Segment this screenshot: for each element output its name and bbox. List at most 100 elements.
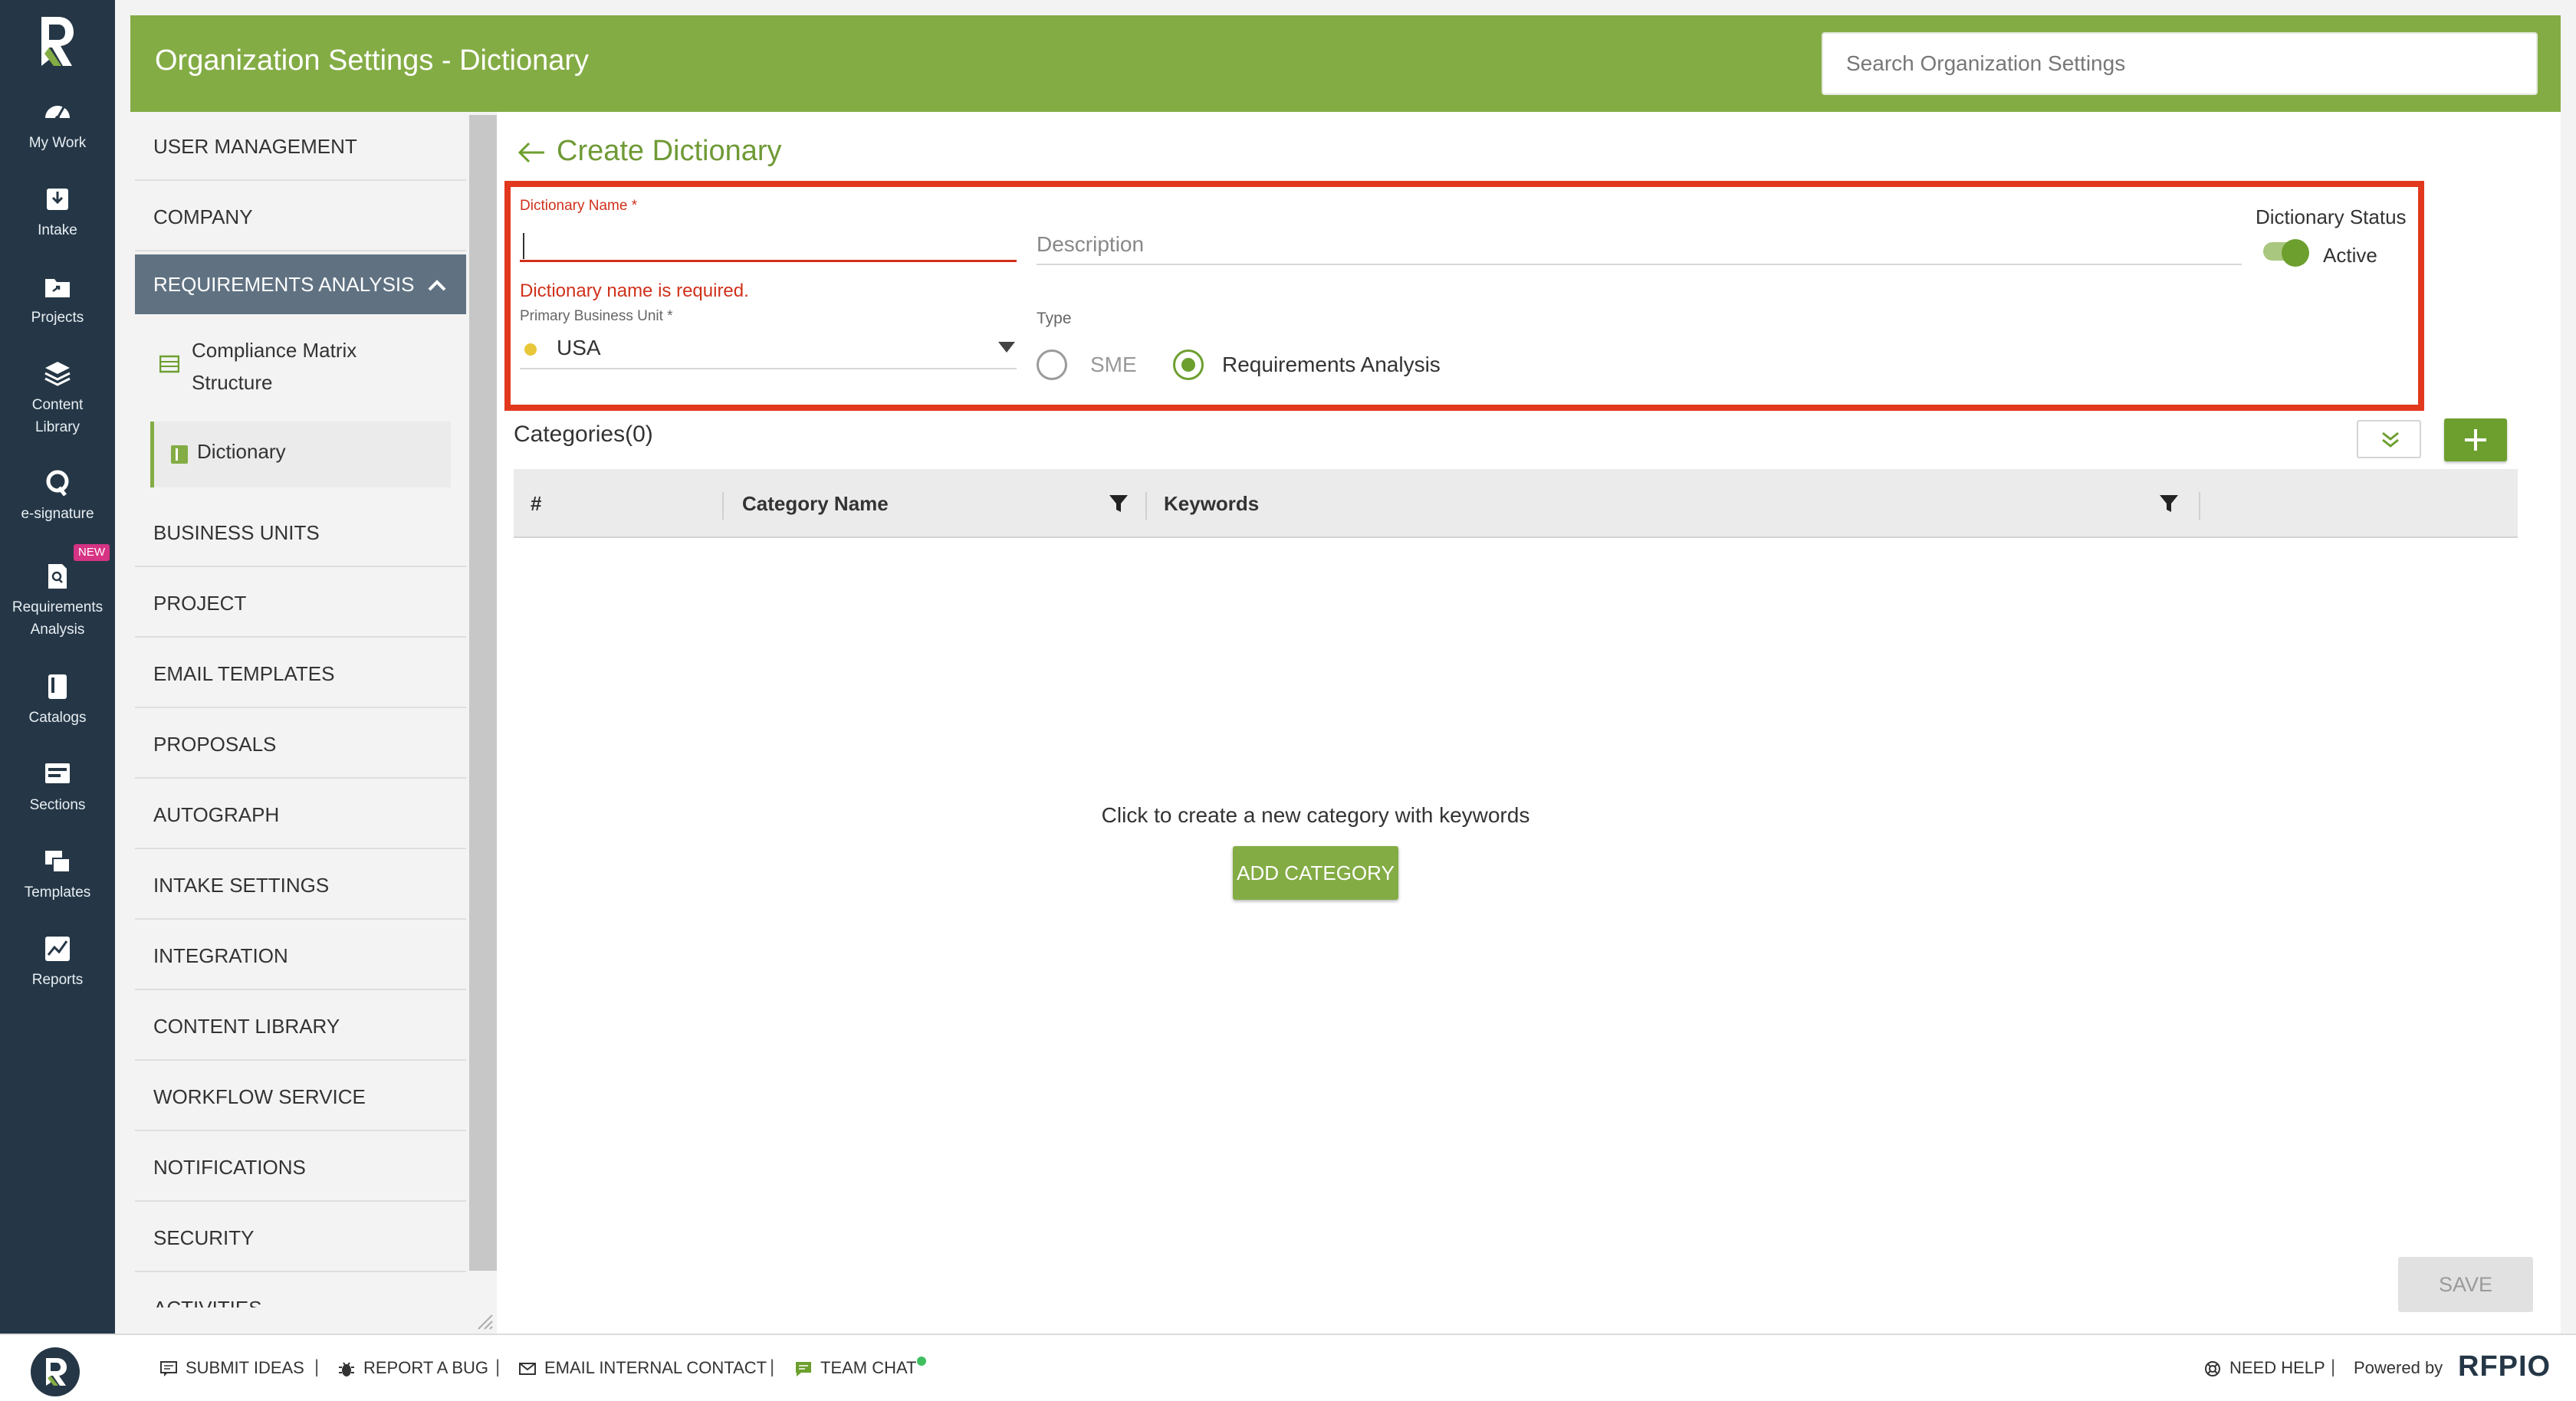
filter-icon[interactable]: [2159, 494, 2179, 513]
nav-intake[interactable]: Intake: [0, 184, 115, 241]
nav-my-work[interactable]: My Work: [0, 97, 115, 154]
menu-item-label: REQUIREMENTS ANALYSIS: [153, 273, 415, 296]
column-header-keywords[interactable]: Keywords: [1164, 469, 1259, 538]
back-link[interactable]: Create Dictionary: [517, 135, 782, 168]
chat-bubble-icon: [160, 1361, 177, 1377]
menu-item-security[interactable]: SECURITY: [135, 1203, 466, 1272]
business-unit-value: USA: [557, 336, 601, 359]
menu-item-proposals[interactable]: PROPOSALS: [135, 710, 466, 779]
empty-state-text: Click to create a new category with keyw…: [1101, 803, 1530, 827]
filter-icon[interactable]: [1109, 494, 1129, 513]
type-option-label: SME: [1090, 353, 1137, 376]
business-unit-select[interactable]: USA: [520, 331, 1017, 369]
nav-label: Templates: [24, 884, 91, 901]
footer-separator: |: [495, 1357, 501, 1377]
footer-link-label: NEED HELP: [2229, 1358, 2325, 1377]
menu-item-integration[interactable]: INTEGRATION: [135, 921, 466, 990]
dictionary-name-field[interactable]: [520, 225, 1017, 262]
chart-icon: [42, 933, 73, 964]
templates-icon: [42, 846, 73, 877]
menu-item-content-library[interactable]: CONTENT LIBRARY: [135, 992, 466, 1061]
download-tray-icon: [42, 184, 73, 215]
nav-label: Content: [31, 397, 84, 413]
nav-sections[interactable]: Sections: [0, 759, 115, 816]
menu-item-requirements-analysis[interactable]: REQUIREMENTS ANALYSIS: [135, 254, 466, 314]
submit-ideas-link[interactable]: SUBMIT IDEAS: [159, 1358, 304, 1378]
brand-logo: RFPIO: [2458, 1350, 2551, 1383]
nav-templates[interactable]: Templates: [0, 846, 115, 904]
status-toggle-knob[interactable]: [2282, 239, 2309, 267]
footer-logo-icon[interactable]: [29, 1346, 81, 1398]
dictionary-form: Dictionary Name * Dictionary name is req…: [504, 181, 2424, 411]
menu-item-autograph[interactable]: AUTOGRAPH: [135, 780, 466, 849]
nav-content-library[interactable]: Content Library: [0, 359, 115, 438]
business-unit-label: Primary Business Unit *: [520, 308, 673, 324]
menu-item-intake-settings[interactable]: INTAKE SETTINGS: [135, 851, 466, 920]
footer-link-label: SUBMIT IDEAS: [186, 1358, 304, 1377]
nav-label: Analysis: [30, 622, 85, 638]
search-input[interactable]: [1822, 32, 2538, 95]
menu-scrollbar[interactable]: [469, 115, 497, 1271]
nav-requirements-analysis[interactable]: NEW Requirements Analysis: [0, 544, 115, 641]
sections-icon: [42, 759, 73, 789]
footer-link-label: REPORT A BUG: [363, 1358, 489, 1377]
type-option-label: Requirements Analysis: [1222, 353, 1441, 376]
column-separator: [722, 492, 724, 520]
sub-item-label: Compliance Matrix: [192, 339, 357, 362]
categories-title: Categories(0): [514, 422, 653, 447]
nav-label: My Work: [28, 135, 87, 151]
description-field[interactable]: [1037, 225, 2242, 265]
type-label: Type: [1037, 310, 1072, 327]
chevron-up-icon[interactable]: [426, 274, 448, 296]
page-title: Organization Settings - Dictionary: [155, 44, 590, 77]
resize-grip-icon[interactable]: [474, 1311, 494, 1330]
arrow-left-icon: [518, 142, 544, 163]
table-icon: [159, 355, 179, 373]
nav-reports[interactable]: Reports: [0, 933, 115, 991]
sub-item-compliance-matrix[interactable]: Compliance Matrix Structure: [150, 334, 451, 395]
menu-item-email-templates[interactable]: EMAIL TEMPLATES: [135, 639, 466, 708]
menu-item-business-units[interactable]: BUSINESS UNITS: [135, 498, 466, 567]
nav-catalogs[interactable]: Catalogs: [0, 671, 115, 729]
menu-item-notifications[interactable]: NOTIFICATIONS: [135, 1133, 466, 1202]
column-header-number: #: [531, 492, 542, 515]
type-radio-sme[interactable]: [1037, 349, 1067, 380]
menu-item-workflow-service[interactable]: WORKFLOW SERVICE: [135, 1062, 466, 1131]
menu-item-activities[interactable]: ACTIVITIES: [135, 1274, 466, 1307]
add-category-button[interactable]: ADD CATEGORY: [1233, 846, 1398, 900]
column-header-category-name[interactable]: Category Name: [742, 469, 889, 538]
email-internal-contact-link[interactable]: EMAIL INTERNAL CONTACT: [518, 1358, 767, 1378]
team-chat-icon: [796, 1362, 811, 1377]
text-caret: [523, 233, 524, 259]
app-root: My Work Intake Projects Content Library …: [0, 0, 2576, 1401]
save-button[interactable]: SAVE: [2398, 1257, 2533, 1312]
dictionary-status-label: Dictionary Status: [2256, 205, 2407, 228]
menu-item-user-management[interactable]: USER MANAGEMENT: [135, 112, 466, 181]
book-icon: [42, 671, 73, 702]
sub-item-dictionary[interactable]: Dictionary: [150, 422, 451, 487]
menu-item-company[interactable]: COMPANY: [135, 182, 466, 251]
caret-down-icon[interactable]: [998, 342, 1015, 353]
nav-label: Sections: [29, 797, 86, 813]
nav-projects[interactable]: Projects: [0, 271, 115, 329]
type-radio-requirements-analysis[interactable]: [1173, 349, 1204, 380]
layers-icon: [42, 359, 73, 389]
sub-item-label: Structure: [192, 371, 273, 394]
mail-icon: [519, 1363, 536, 1376]
nav-label: Catalogs: [28, 710, 87, 726]
menu-item-project[interactable]: PROJECT: [135, 569, 466, 638]
need-help-link[interactable]: NEED HELP: [2203, 1358, 2325, 1378]
folder-icon: [42, 271, 73, 302]
column-separator: [2199, 492, 2200, 520]
nav-label: Library: [34, 419, 80, 435]
nav-label: Intake: [38, 222, 77, 238]
add-category-icon-button[interactable]: [2444, 418, 2507, 461]
sub-item-label: Dictionary: [197, 440, 286, 463]
expand-all-button[interactable]: [2357, 420, 2421, 458]
new-badge: NEW: [74, 544, 110, 561]
nav-e-signature[interactable]: e-signature: [0, 468, 115, 525]
team-chat-link[interactable]: TEAM CHAT: [794, 1358, 916, 1378]
report-bug-link[interactable]: REPORT A BUG: [337, 1358, 488, 1378]
app-logo-icon[interactable]: [35, 14, 78, 69]
nav-label: Projects: [31, 310, 84, 326]
